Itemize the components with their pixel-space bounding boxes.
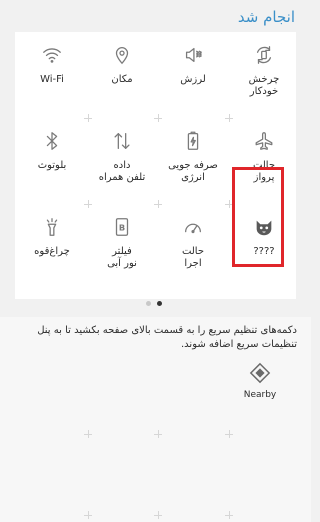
grid-plus-marker	[225, 114, 233, 122]
grid-plus-marker	[84, 200, 92, 208]
grid-plus-marker	[154, 430, 162, 438]
auto-rotate-icon	[253, 44, 275, 66]
tile-label: چراغ‌قوه	[34, 246, 70, 257]
tile-label: بلوتوث	[37, 160, 67, 171]
blue-light-filter-icon: B	[111, 216, 133, 238]
done-button[interactable]: انجام شد	[234, 6, 299, 28]
tile-location[interactable]: مکان	[87, 36, 157, 118]
tile-auto-rotate[interactable]: چرخش خودکار	[229, 36, 299, 118]
tile-label: ????	[253, 246, 275, 257]
tile-nearby[interactable]: Nearby	[240, 362, 280, 412]
tile-unknown[interactable]: ????	[229, 208, 299, 290]
grid-plus-marker	[84, 511, 92, 519]
svg-text:B: B	[119, 223, 125, 233]
tile-flashlight[interactable]: چراغ‌قوه	[17, 208, 87, 290]
cat-face-icon	[253, 216, 275, 238]
tile-label: حالت اجرا	[181, 246, 205, 269]
available-buttons-area: دکمه‌های تنظیم سریع را به قسمت بالای صفح…	[0, 317, 311, 522]
grid-plus-marker	[84, 114, 92, 122]
grid-plus-marker	[225, 200, 233, 208]
grid-plus-marker	[154, 200, 162, 208]
tile-label: فیلتر نور آبی	[107, 246, 137, 269]
wifi-icon	[41, 44, 63, 66]
tile-mobile-data[interactable]: داده تلفن همراه	[87, 122, 157, 204]
tile-airplane-mode[interactable]: حالت پرواز	[229, 122, 299, 204]
tile-blue-light-filter[interactable]: B فیلتر نور آبی	[87, 208, 157, 290]
tile-label: لرزش	[180, 74, 206, 85]
location-icon	[111, 44, 133, 66]
battery-saver-icon	[182, 130, 204, 152]
tile-performance-mode[interactable]: حالت اجرا	[158, 208, 228, 290]
tile-vibrate[interactable]: لرزش	[158, 36, 228, 118]
tile-wifi[interactable]: Wi-Fi	[17, 36, 87, 118]
grid-plus-marker	[84, 430, 92, 438]
tile-label: Nearby	[243, 390, 277, 400]
mobile-data-icon	[111, 130, 133, 152]
airplane-icon	[253, 130, 275, 152]
nearby-icon	[249, 362, 271, 384]
flashlight-icon	[41, 216, 63, 238]
grid-plus-marker	[154, 511, 162, 519]
quick-settings-panel: انجام شد چرخش خودکار لرزش مکان Wi-Fi حال…	[0, 0, 311, 317]
vibrate-icon	[182, 44, 204, 66]
grid-plus-marker	[154, 114, 162, 122]
tile-label: چرخش خودکار	[248, 74, 280, 97]
grid-plus-marker	[225, 430, 233, 438]
grid-plus-marker	[225, 511, 233, 519]
tile-label: Wi-Fi	[40, 74, 64, 85]
tile-battery-saver[interactable]: صرفه جویی انرژی	[158, 122, 228, 204]
tile-bluetooth[interactable]: بلوتوث	[17, 122, 87, 204]
tile-label: داده تلفن همراه	[98, 160, 146, 183]
page-indicator	[145, 300, 165, 308]
instruction-text: دکمه‌های تنظیم سریع را به قسمت بالای صفح…	[37, 325, 297, 350]
active-tiles-card: چرخش خودکار لرزش مکان Wi-Fi حالت پرواز ص…	[15, 32, 296, 299]
bluetooth-icon	[41, 130, 63, 152]
tile-label: صرفه جویی انرژی	[168, 160, 218, 183]
tile-label: حالت پرواز	[252, 160, 276, 183]
page-dot-active[interactable]	[157, 301, 162, 306]
performance-mode-icon	[182, 216, 204, 238]
tile-label: مکان	[111, 74, 133, 85]
page-dot[interactable]	[146, 301, 151, 306]
